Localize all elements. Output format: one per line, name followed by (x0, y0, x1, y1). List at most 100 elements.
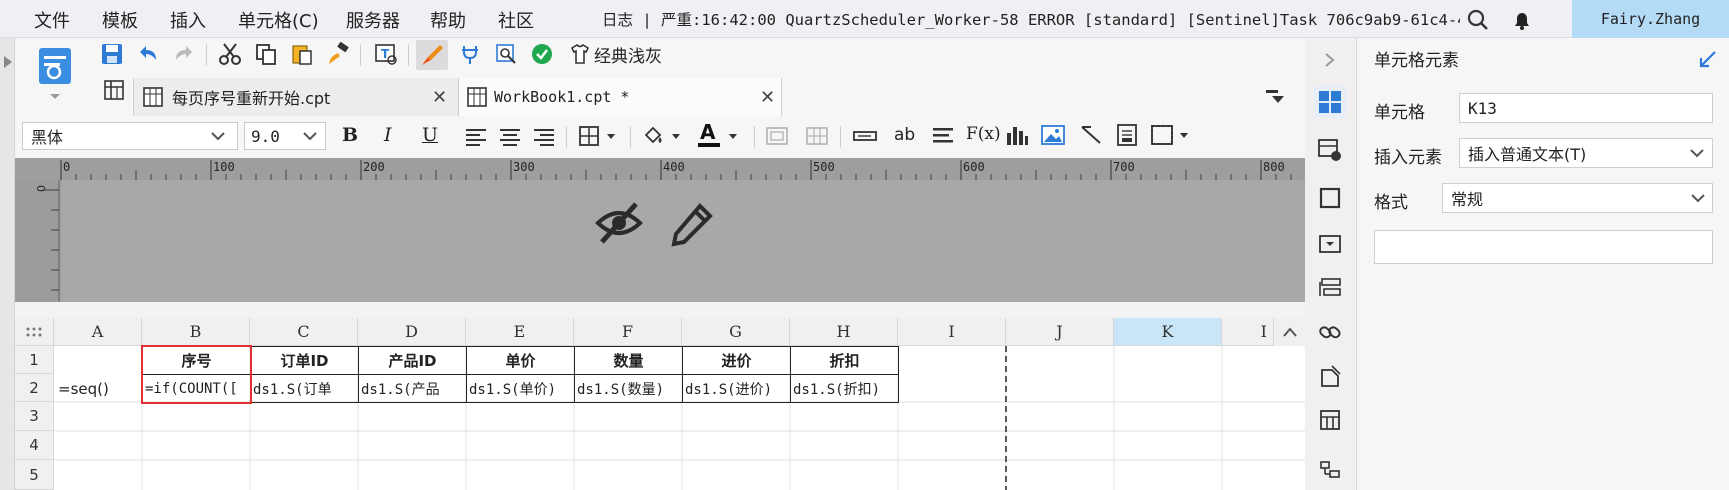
cell-f1[interactable]: 数量 (574, 346, 683, 375)
hyperlink-icon[interactable] (1314, 316, 1346, 348)
menu-help[interactable]: 帮助 (430, 7, 466, 33)
column-header-g[interactable]: G (682, 318, 790, 346)
column-header-d[interactable]: D (358, 318, 466, 346)
column-header-a[interactable]: A (54, 318, 142, 346)
row-header-1[interactable]: 1 (15, 346, 54, 374)
cell-g2[interactable]: ds1.S(进价) (682, 374, 791, 403)
bold-button[interactable]: B (342, 124, 358, 146)
column-header-k[interactable]: K (1114, 318, 1222, 346)
underline-button[interactable]: U (422, 124, 438, 146)
close-icon[interactable]: ✕ (760, 87, 775, 108)
cell-g1[interactable]: 进价 (682, 346, 791, 375)
redo-icon[interactable] (170, 40, 198, 68)
copy-icon[interactable] (252, 40, 280, 68)
column-header-e[interactable]: E (466, 318, 574, 346)
menu-server[interactable]: 服务器 (346, 7, 400, 33)
sub-report-icon[interactable] (1114, 122, 1140, 148)
check-icon[interactable] (528, 40, 556, 68)
row-header-5[interactable]: 5 (15, 460, 54, 490)
row-header-4[interactable]: 4 (15, 431, 54, 460)
hidden-eye-icon[interactable] (594, 198, 644, 248)
font-size-select[interactable]: 9.0 (244, 122, 326, 150)
freeze-icon[interactable] (1314, 404, 1346, 436)
column-header-i[interactable]: I (898, 318, 1006, 346)
panel-expand-icon[interactable] (1320, 50, 1340, 74)
cell-e2[interactable]: ds1.S(单价) (466, 374, 575, 403)
cut-icon[interactable] (216, 40, 244, 68)
rich-text-icon[interactable] (930, 124, 956, 148)
cell-h2[interactable]: ds1.S(折扣) (790, 374, 899, 403)
cell-name-field[interactable]: K13 (1459, 93, 1713, 123)
menu-community[interactable]: 社区 (498, 7, 534, 33)
search-icon[interactable] (1466, 8, 1490, 32)
column-header-b[interactable]: B (142, 318, 250, 346)
app-logo-icon[interactable] (30, 42, 80, 104)
cell-attribute-icon[interactable] (1314, 134, 1346, 166)
text-box-icon[interactable]: T (372, 40, 400, 68)
tab-list-icon[interactable] (1262, 84, 1288, 108)
column-header-h[interactable]: H (790, 318, 898, 346)
slash-icon[interactable] (1078, 122, 1104, 148)
format-select[interactable]: 常规 (1442, 183, 1713, 213)
font-color-select[interactable]: A (696, 120, 746, 150)
preview-search-icon[interactable] (492, 40, 520, 68)
align-left-icon[interactable] (464, 124, 488, 148)
bell-icon[interactable] (1510, 8, 1534, 32)
border-select[interactable] (578, 124, 622, 148)
format-preview-field[interactable] (1374, 230, 1713, 264)
format-painter-icon[interactable] (324, 40, 352, 68)
column-header-f[interactable]: F (574, 318, 682, 346)
tab-file-1[interactable]: 每页序号重新开始.cpt ✕ (133, 78, 459, 116)
edit-pencil-icon[interactable] (670, 200, 716, 250)
condition-icon[interactable] (1314, 272, 1346, 304)
connector-icon[interactable] (456, 40, 484, 68)
formula-button[interactable]: F(x) (966, 124, 1001, 144)
cell-h1[interactable]: 折扣 (790, 346, 899, 375)
menu-insert[interactable]: 插入 (170, 7, 206, 33)
grid-view-icon[interactable] (100, 76, 128, 104)
data-tree-icon[interactable] (1314, 456, 1346, 486)
image-icon[interactable] (1040, 122, 1066, 148)
fill-color-select[interactable] (640, 122, 688, 150)
align-right-icon[interactable] (532, 124, 556, 148)
row-header-2[interactable]: 2 (15, 374, 54, 402)
menu-cell[interactable]: 单元格(C) (238, 7, 319, 33)
text-field-icon[interactable] (852, 124, 878, 148)
cell-e1[interactable]: 单价 (466, 346, 575, 375)
split-cells-icon[interactable] (804, 124, 830, 148)
cell-c1[interactable]: 订单ID (250, 346, 359, 375)
cell-a2[interactable]: =seq() (56, 375, 140, 403)
pin-icon[interactable] (1697, 48, 1719, 70)
align-center-icon[interactable] (498, 124, 522, 148)
theme-label[interactable]: 经典浅灰 (594, 42, 662, 67)
cell-b1[interactable]: 序号 (142, 346, 251, 375)
cell-border-select[interactable] (1150, 122, 1194, 148)
undo-icon[interactable] (134, 40, 162, 68)
theme-shirt-icon[interactable] (566, 40, 594, 68)
save-icon[interactable] (98, 40, 126, 68)
italic-button[interactable]: I (384, 124, 392, 146)
font-family-select[interactable]: 黑体 (22, 122, 238, 150)
expand-icon[interactable] (1314, 360, 1346, 392)
border-style-icon[interactable] (1314, 182, 1346, 214)
row-header-3[interactable]: 3 (15, 402, 54, 431)
left-collapse-strip[interactable] (0, 38, 15, 490)
close-icon[interactable]: ✕ (432, 87, 447, 108)
text-label-button[interactable]: ab (894, 125, 915, 145)
cell-element-icon[interactable] (1314, 86, 1346, 118)
scroll-up-icon[interactable] (1274, 318, 1305, 346)
log-message[interactable]: 日志 | 严重:16:42:00 QuartzScheduler_Worker-… (602, 8, 1460, 30)
select-all-corner[interactable] (15, 318, 54, 346)
menu-file[interactable]: 文件 (34, 7, 70, 33)
cell-d2[interactable]: ds1.S(产品 (358, 374, 467, 403)
user-name[interactable]: Fairy.Zhang (1572, 0, 1729, 38)
insert-element-select[interactable]: 插入普通文本(T) (1459, 138, 1713, 168)
column-header-l[interactable]: I (1222, 318, 1274, 346)
widget-icon[interactable] (1314, 228, 1346, 260)
cell-c2[interactable]: ds1.S(订单 (250, 374, 359, 403)
cell-b2[interactable]: =if(COUNT([ (142, 374, 251, 403)
chart-icon[interactable] (1004, 122, 1030, 148)
cell-d1[interactable]: 产品ID (358, 346, 467, 375)
paste-icon[interactable] (288, 40, 316, 68)
column-header-j[interactable]: J (1006, 318, 1114, 346)
